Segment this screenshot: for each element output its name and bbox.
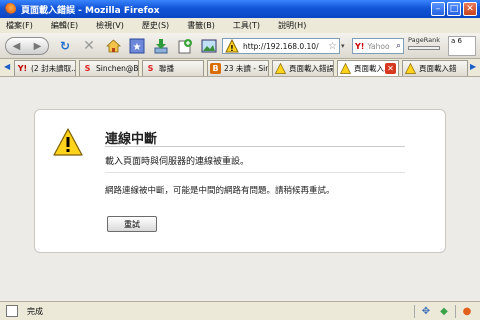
divider xyxy=(105,172,405,173)
status-icons: ✥ ◆ ● xyxy=(414,305,474,318)
warning-icon xyxy=(275,63,286,74)
svg-text:★: ★ xyxy=(133,42,142,53)
pagerank-widget: PageRank xyxy=(408,36,444,56)
addon-status-icon[interactable]: ◆ xyxy=(437,305,451,318)
stop-icon[interactable]: ✕ xyxy=(80,37,98,55)
tab-label: 頁面載入錯 xyxy=(419,64,457,73)
download-icon[interactable] xyxy=(152,37,170,55)
retry-button[interactable]: 重試 xyxy=(107,216,157,232)
tab-scroll-right-icon[interactable]: ▶ xyxy=(470,62,476,71)
maximize-button[interactable]: □ xyxy=(447,2,461,16)
error-short-description: 載入頁面時與伺服器的連線被重設。 xyxy=(105,157,250,167)
divider xyxy=(105,146,405,147)
tab-yahoo-mail[interactable]: Y! (2 封未讀取... xyxy=(14,60,76,76)
bookmark-star-icon[interactable]: ★ xyxy=(128,37,146,55)
menu-bookmarks[interactable]: 書籤(B) xyxy=(187,20,215,31)
warning-icon xyxy=(405,63,416,74)
divider xyxy=(414,305,415,318)
page-content: 連線中斷 載入頁面時與伺服器的連線被重設。 網路連線被中斷，可能是中間的網路有問… xyxy=(0,77,480,301)
tab-load-error-1[interactable]: 頁面載入錯誤 xyxy=(272,60,334,76)
menu-edit[interactable]: 編輯(E) xyxy=(51,20,78,31)
tab-sinchen[interactable]: S Sinchen@Bl... xyxy=(79,60,139,76)
yahoo-icon: Y! xyxy=(17,64,28,73)
window-title: 頁面載入錯誤 - Mozilla Firefox xyxy=(21,5,160,16)
s-site-icon: S xyxy=(84,64,91,73)
search-bar[interactable]: Y! Yahoo ⌕ xyxy=(352,38,404,54)
url-bar[interactable]: ! http://192.168.0.10/ ☆ xyxy=(222,38,340,54)
warning-icon xyxy=(340,63,351,74)
menu-tools[interactable]: 工具(T) xyxy=(233,20,260,31)
tab-load-error-active[interactable]: 頁面載入... ✕ xyxy=(337,60,399,76)
warning-icon: ! xyxy=(225,39,239,53)
menu-file[interactable]: 檔案(F) xyxy=(6,20,33,31)
tab-label: (2 封未讀取... xyxy=(31,64,76,73)
firefox-status-icon[interactable]: ● xyxy=(460,305,474,318)
search-icon[interactable]: ⌕ xyxy=(396,41,401,51)
reload-icon[interactable]: ↻ xyxy=(56,37,74,55)
add-page-icon[interactable] xyxy=(176,37,194,55)
pagerank-bar xyxy=(408,46,440,50)
tab-load-error-2[interactable]: 頁面載入錯 xyxy=(402,60,468,76)
tab-label: 23 未讀 - Sin... xyxy=(224,64,269,73)
toolbar-extra-text: a 6 xyxy=(451,37,462,45)
divider xyxy=(455,305,456,318)
menu-history[interactable]: 歷史(S) xyxy=(142,20,169,31)
home-icon[interactable] xyxy=(104,37,122,55)
tab-label: 聯播 xyxy=(159,64,174,73)
s-site-icon: S xyxy=(147,64,154,73)
window-controls: – □ ✕ xyxy=(431,2,477,16)
status-text: 完成 xyxy=(27,306,43,316)
toolbar-extra-box[interactable]: a 6 xyxy=(448,36,476,56)
tab-close-icon[interactable]: ✕ xyxy=(385,63,396,74)
error-long-description: 網路連線被中斷，可能是中間的網路有問題。請稍候再重試。 xyxy=(105,186,335,196)
tab-blogger-unread[interactable]: B 23 未讀 - Sin... xyxy=(207,60,269,76)
search-input[interactable]: Yahoo xyxy=(367,42,396,51)
star-icon[interactable]: ☆ xyxy=(328,41,337,52)
pagerank-label: PageRank xyxy=(408,36,440,44)
status-bar: 完成 ✥ ◆ ● xyxy=(0,301,480,320)
tab-label: 頁面載入錯誤 xyxy=(289,64,334,73)
tab-bar: ◀ Y! (2 封未讀取... S Sinchen@Bl... S 聯播 B 2… xyxy=(0,59,480,77)
tab-lianbo[interactable]: S 聯播 xyxy=(142,60,204,76)
warning-triangle-icon xyxy=(53,128,83,156)
forward-arrow-icon[interactable]: ▶ xyxy=(34,41,42,52)
url-text[interactable]: http://192.168.0.10/ xyxy=(243,42,328,51)
gear-icon[interactable]: ✥ xyxy=(419,305,433,318)
menu-view[interactable]: 檢視(V) xyxy=(96,20,124,31)
back-forward-buttons[interactable]: ◀ ▶ xyxy=(5,37,49,55)
svg-text:!: ! xyxy=(230,44,234,53)
firefox-icon xyxy=(4,3,16,15)
page-status-icon xyxy=(6,305,18,317)
menu-help[interactable]: 說明(H) xyxy=(278,20,306,31)
close-button[interactable]: ✕ xyxy=(463,2,477,16)
image-edit-icon[interactable] xyxy=(200,37,218,55)
url-dropdown-icon[interactable]: ▾ xyxy=(341,38,351,54)
navigation-toolbar: ◀ ▶ ↻ ✕ ★ ! http://192.168.0.10/ ☆ ▾ Y! … xyxy=(0,33,480,59)
menu-bar: 檔案(F) 編輯(E) 檢視(V) 歷史(S) 書籤(B) 工具(T) 說明(H… xyxy=(0,18,480,33)
tab-scroll-left-icon[interactable]: ◀ xyxy=(4,62,10,71)
back-arrow-icon[interactable]: ◀ xyxy=(13,41,21,52)
minimize-button[interactable]: – xyxy=(431,2,445,16)
error-page-container: 連線中斷 載入頁面時與伺服器的連線被重設。 網路連線被中斷，可能是中間的網路有問… xyxy=(34,109,446,253)
error-title: 連線中斷 xyxy=(105,132,158,147)
search-engine-icon[interactable]: Y! xyxy=(355,42,364,51)
blogger-icon: B xyxy=(210,63,221,74)
tab-label: Sinchen@Bl... xyxy=(96,64,139,73)
title-bar: 頁面載入錯誤 - Mozilla Firefox – □ ✕ xyxy=(0,0,480,18)
